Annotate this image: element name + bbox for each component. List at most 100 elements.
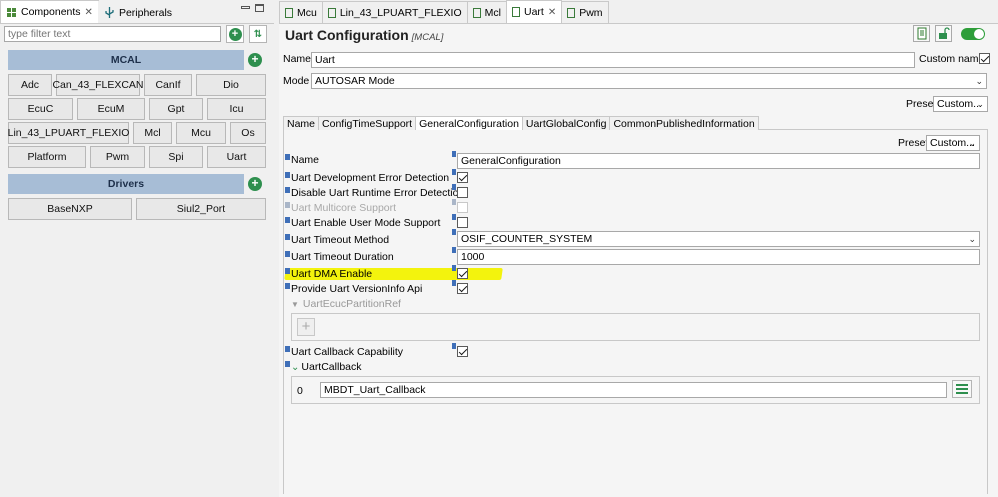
component-button-lin-43-lpuart-flexio[interactable]: Lin_43_LPUART_FLEXIO [8, 122, 129, 144]
info-icon [285, 172, 290, 178]
general-row-label: Uart Enable User Mode Support [285, 217, 440, 229]
component-button-can-43-flexcan[interactable]: Can_43_FLEXCAN [52, 74, 144, 96]
component-button-os[interactable]: Os [230, 122, 266, 144]
lock-button[interactable] [935, 25, 952, 42]
toggle-knob [974, 29, 984, 39]
versioninfo-label: Provide Uart VersionInfo Api [285, 283, 422, 295]
add-component-button[interactable]: + [226, 25, 244, 43]
tab-uart[interactable]: Uart ✕ [505, 0, 563, 23]
general-name-input[interactable]: GeneralConfiguration [457, 153, 980, 169]
info-icon [285, 251, 290, 257]
enable-toggle[interactable] [961, 28, 985, 40]
subtab-uartglobalconfig[interactable]: UartGlobalConfig [521, 116, 611, 130]
chevron-down-icon: ⌄ [968, 138, 976, 148]
info-icon [452, 247, 456, 253]
button-label: Os [241, 127, 255, 139]
drivers-group-header[interactable]: Drivers [8, 174, 244, 194]
component-button-mcl[interactable]: Mcl [133, 122, 172, 144]
tab-uart-label: Uart [523, 6, 544, 18]
button-label: Adc [20, 79, 40, 91]
maximize-icon[interactable] [255, 4, 264, 12]
mode-select[interactable]: AUTOSAR Mode ⌄ [311, 73, 987, 89]
callback-capability-checkbox[interactable] [457, 346, 468, 357]
component-button-ecum[interactable]: EcuM [77, 98, 145, 120]
tab-mcu[interactable]: Mcu [279, 1, 323, 23]
component-button-mcu[interactable]: Mcu [176, 122, 226, 144]
general-preset-label: Preset [898, 137, 929, 149]
component-button-siul2-port[interactable]: Siul2_Port [136, 198, 266, 220]
config-container-tabs: Name ConfigTimeSupport GeneralConfiguratio… [283, 116, 988, 130]
button-label: Dio [223, 79, 239, 91]
timeout-method-select[interactable]: OSIF_COUNTER_SYSTEM ⌄ [457, 231, 980, 247]
preset-select[interactable]: Custom... ⌄ [933, 96, 988, 112]
menu-icon [956, 388, 968, 390]
minimize-icon[interactable] [241, 6, 250, 9]
component-button-basenxp[interactable]: BaseNXP [8, 198, 132, 220]
tab-pwm-label: Pwm [579, 6, 603, 19]
general-row-label: Disable Uart Runtime Error Detection [285, 187, 464, 199]
info-icon [285, 217, 290, 223]
component-button-icu[interactable]: Icu [207, 98, 266, 120]
callback-input[interactable]: MBDT_Uart_Callback [320, 382, 947, 398]
file-icon [511, 7, 520, 17]
info-icon [285, 361, 290, 367]
add-partition-button[interactable]: + [297, 318, 315, 336]
add-mcal-icon[interactable]: + [248, 53, 262, 67]
button-label: Mcl [144, 127, 161, 139]
timeout-method-value: OSIF_COUNTER_SYSTEM [461, 233, 593, 245]
components-view: Components ✕ Peripherals + ⇅ MCAL + Adc C… [0, 0, 274, 497]
editor-tabbar: Mcu Lin_43_LPUART_FLEXIO Mcl Uart ✕ Pwm [279, 0, 998, 24]
name-input[interactable]: Uart [311, 52, 915, 68]
tab-components-label: Components [21, 6, 81, 18]
tab-lin[interactable]: Lin_43_LPUART_FLEXIO [321, 1, 468, 23]
component-button-ecuc[interactable]: EcuC [8, 98, 73, 120]
dma-enable-checkbox[interactable] [457, 268, 468, 279]
general-preset-select[interactable]: Custom... ⌄ [926, 135, 980, 151]
document-icon [917, 27, 927, 40]
button-label: Spi [168, 151, 184, 163]
callback-label: ⌄ UartCallback [285, 361, 362, 373]
subtab-commonpublishedinformation[interactable]: CommonPublishedInformation [609, 116, 759, 130]
subtab-generalconfiguration[interactable]: GeneralConfiguration [415, 116, 523, 130]
subtab-configtimesupport[interactable]: ConfigTimeSupport [318, 116, 417, 130]
component-button-dio[interactable]: Dio [196, 74, 266, 96]
general-row-text: Uart Development Error Detection [291, 172, 450, 184]
tab-peripherals[interactable]: Peripherals [97, 1, 179, 23]
component-button-gpt[interactable]: Gpt [149, 98, 203, 120]
tab-pwm[interactable]: Pwm [561, 1, 609, 23]
close-icon[interactable]: ✕ [85, 7, 93, 18]
list-menu-button[interactable] [952, 380, 972, 398]
plus-icon: + [228, 27, 242, 41]
filter-input[interactable] [4, 26, 221, 42]
chevron-down-icon: ▼ [291, 299, 299, 309]
versioninfo-checkbox[interactable] [457, 283, 468, 294]
timeout-duration-label: Uart Timeout Duration [285, 251, 394, 263]
general-row-checkbox[interactable] [457, 172, 468, 183]
component-button-adc[interactable]: Adc [8, 74, 52, 96]
sort-button[interactable]: ⇅ [249, 25, 267, 43]
info-icon [452, 214, 456, 220]
callback-index: 0 [297, 385, 303, 397]
info-icon [285, 283, 290, 289]
general-row-checkbox [457, 202, 468, 213]
tab-mcl[interactable]: Mcl [466, 1, 507, 23]
component-button-uart[interactable]: Uart [207, 146, 266, 168]
component-button-pwm[interactable]: Pwm [90, 146, 145, 168]
close-icon[interactable]: ✕ [548, 7, 556, 18]
component-button-platform[interactable]: Platform [8, 146, 86, 168]
add-drivers-icon[interactable]: + [248, 177, 262, 191]
component-button-spi[interactable]: Spi [149, 146, 203, 168]
subtab-name[interactable]: Name [283, 116, 320, 130]
mcal-group-header[interactable]: MCAL [8, 50, 244, 70]
document-button[interactable] [913, 25, 930, 42]
general-row-checkbox[interactable] [457, 187, 468, 198]
tab-components[interactable]: Components ✕ [0, 0, 99, 23]
chevron-down-icon[interactable]: ⌄ [291, 362, 299, 373]
info-icon [452, 280, 456, 286]
custom-name-checkbox[interactable] [979, 53, 990, 64]
component-button-canif[interactable]: CanIf [144, 74, 192, 96]
timeout-duration-input[interactable]: 1000 [457, 249, 980, 265]
general-row-checkbox[interactable] [457, 217, 468, 228]
button-label: Can_43_FLEXCAN [52, 79, 144, 91]
button-label: Gpt [167, 103, 185, 115]
